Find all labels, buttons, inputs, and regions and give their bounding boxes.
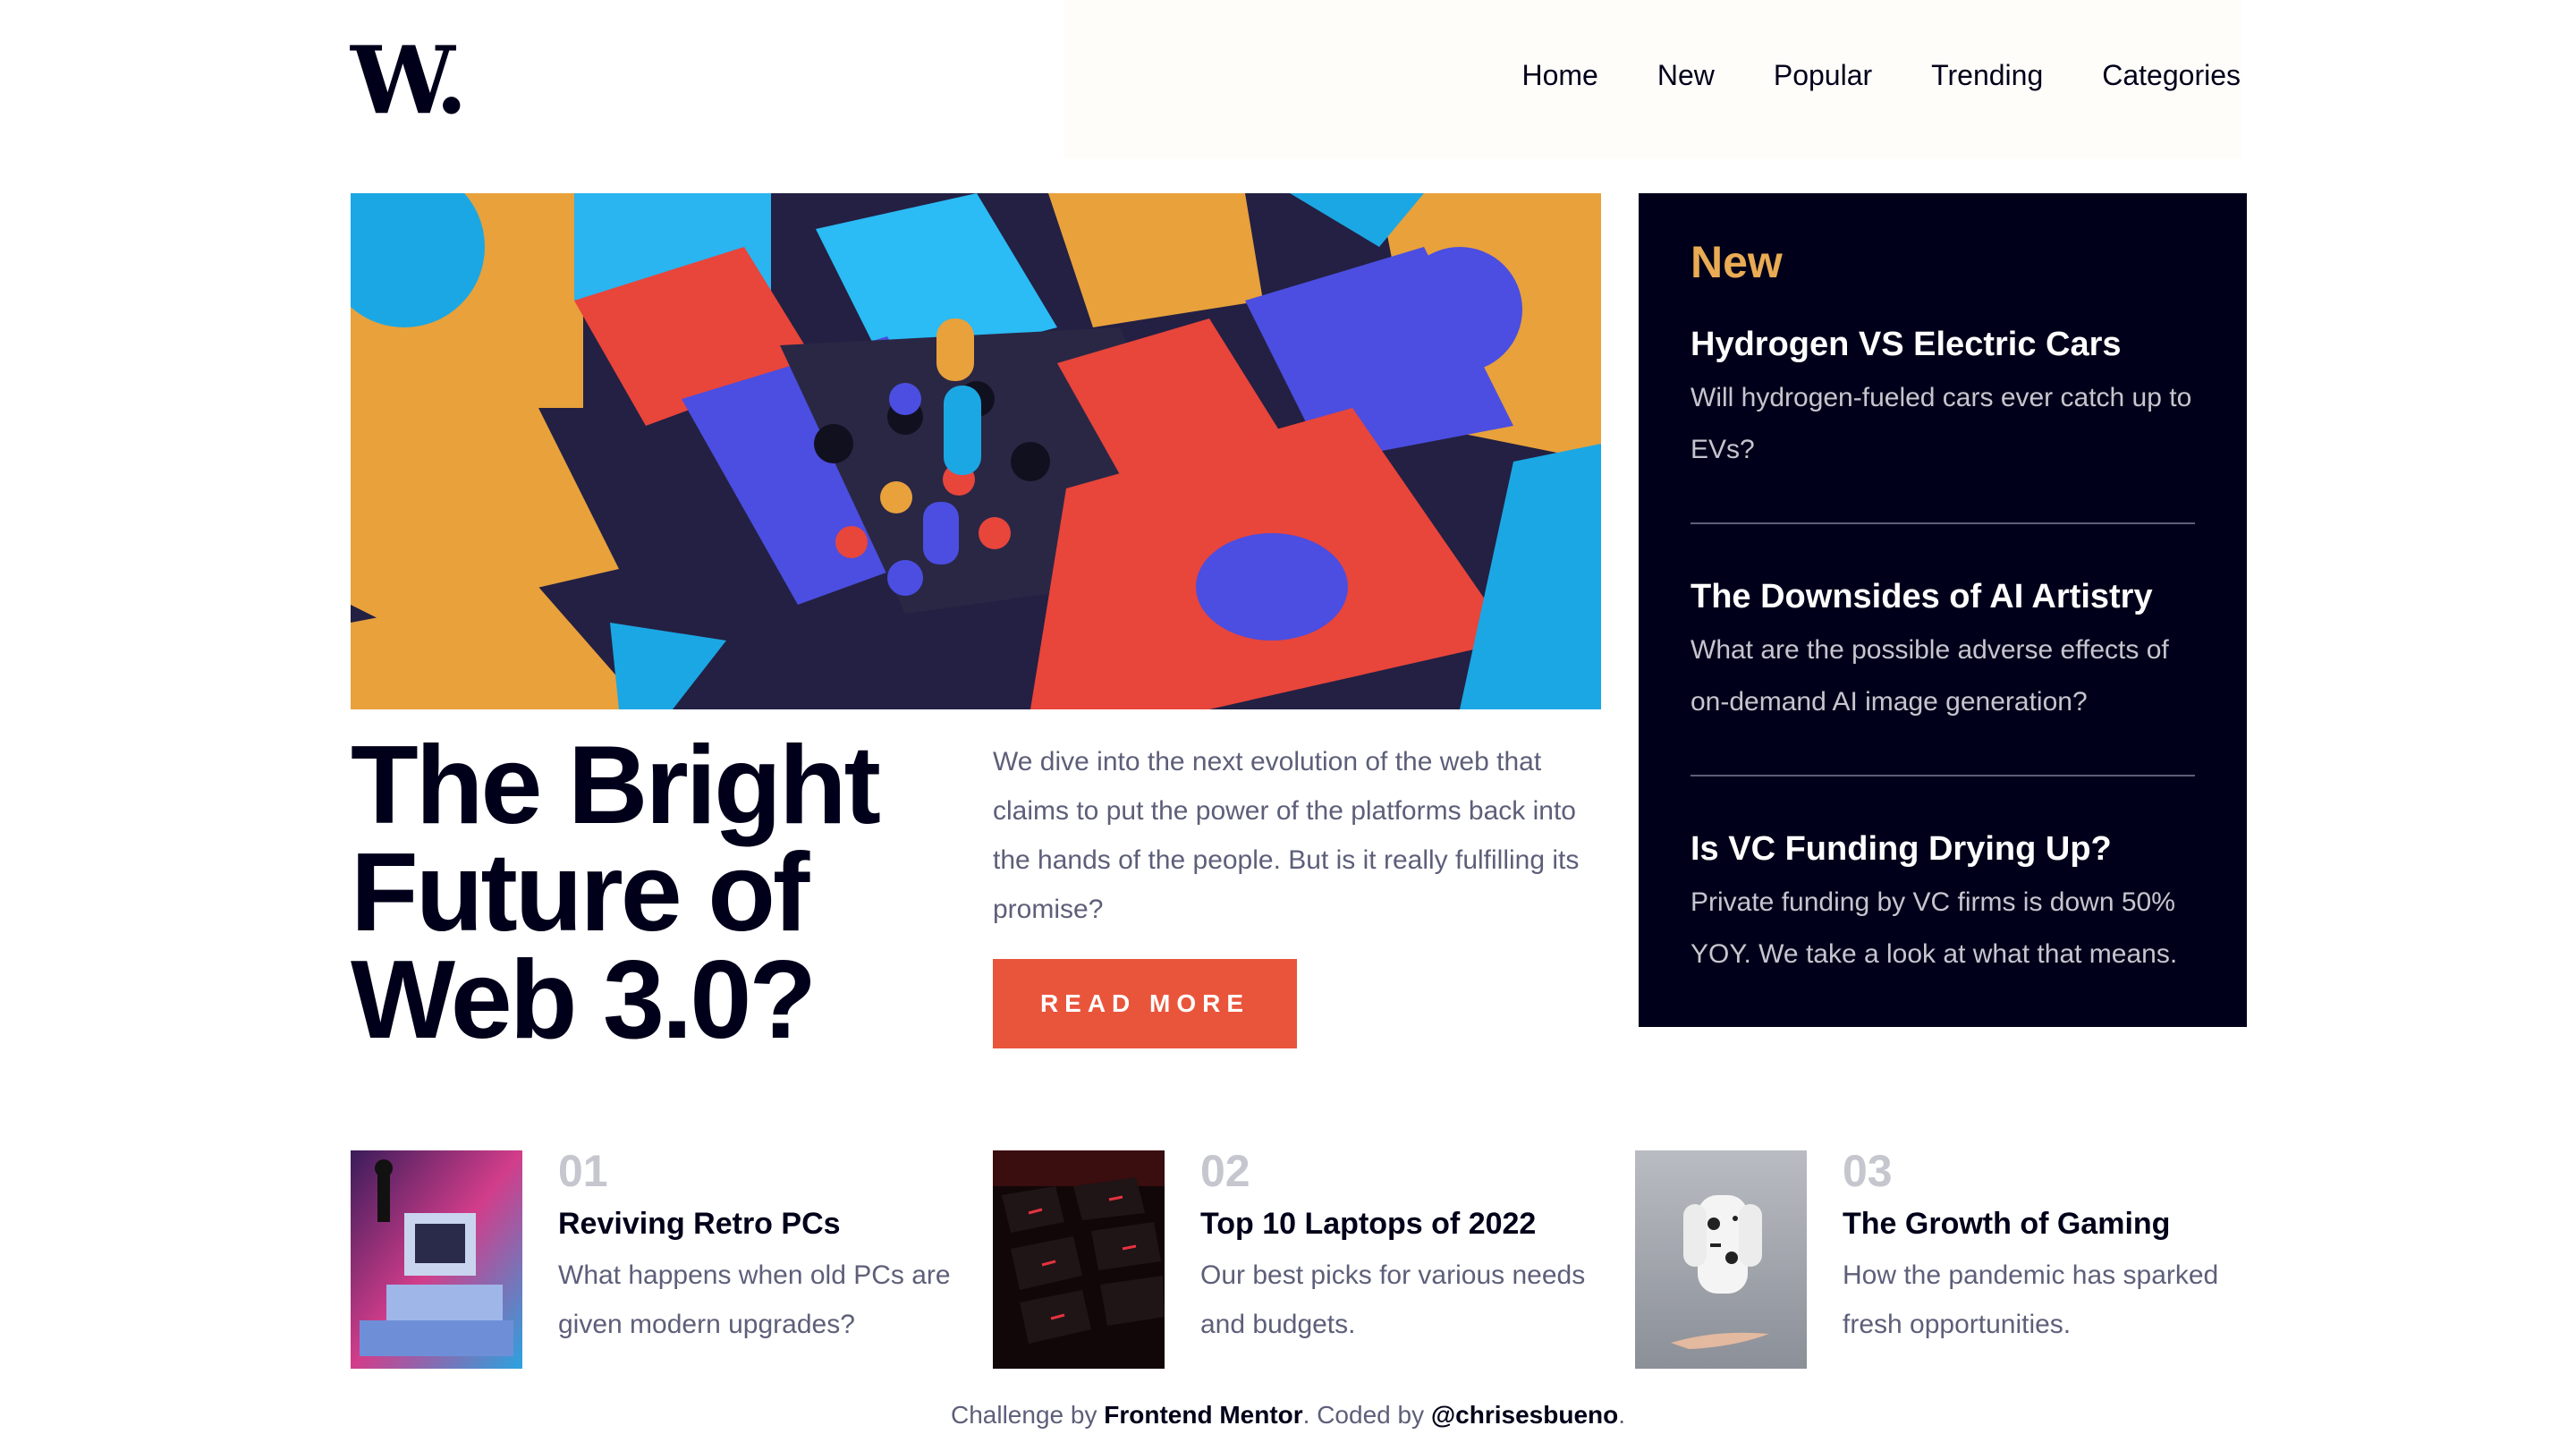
new-item-desc: Will hydrogen-fueled cars ever catch up …	[1690, 383, 2192, 464]
game-controller-thumbnail[interactable]	[1635, 1150, 1807, 1369]
card-description: Our best picks for various needs and bud…	[1200, 1260, 1586, 1339]
divider	[1690, 775, 2195, 776]
card-description: How the pandemic has sparked fresh oppor…	[1843, 1260, 2219, 1339]
hero-title-line-2: Future of	[351, 831, 809, 955]
divider	[1690, 522, 2195, 524]
card-description: What happens when old PCs are given mode…	[558, 1260, 951, 1339]
hero-image	[351, 193, 1601, 709]
card-title[interactable]: The Growth of Gaming	[1843, 1206, 2254, 1243]
article-card[interactable]: 03 The Growth of Gaming How the pandemic…	[1635, 1146, 2261, 1369]
hero-title-line-1: The Bright	[351, 724, 881, 847]
frontend-mentor-link[interactable]: Frontend Mentor	[1104, 1401, 1302, 1429]
card-title[interactable]: Reviving Retro PCs	[558, 1206, 970, 1243]
footer-prefix: Challenge by	[951, 1401, 1105, 1429]
new-articles-panel: New Hydrogen VS Electric Cars Will hydro…	[1639, 193, 2247, 1027]
hero-title: The Bright Future of Web 3.0?	[351, 730, 959, 1056]
site-logo[interactable]: W.	[351, 34, 468, 127]
footer-suffix: .	[1618, 1401, 1625, 1429]
new-item-title[interactable]: Hydrogen VS Electric Cars	[1690, 324, 2195, 365]
card-number: 02	[1200, 1146, 1250, 1196]
retro-pc-thumbnail[interactable]	[351, 1150, 522, 1369]
nav-popular[interactable]: Popular	[1774, 61, 1872, 89]
nav-trending[interactable]: Trending	[1931, 61, 2043, 89]
new-item-title[interactable]: Is VC Funding Drying Up?	[1690, 828, 2195, 870]
new-item-desc: Private funding by VC firms is down 50% …	[1690, 887, 2178, 969]
new-item-title[interactable]: The Downsides of AI Artistry	[1690, 576, 2195, 617]
nav-home[interactable]: Home	[1521, 61, 1597, 89]
new-item[interactable]: Is VC Funding Drying Up? Private funding…	[1690, 821, 2195, 980]
read-more-button[interactable]: READ MORE	[993, 959, 1297, 1048]
author-link[interactable]: @chrisesbueno	[1431, 1401, 1618, 1429]
attribution-footer: Challenge by Frontend Mentor. Coded by @…	[0, 1401, 2576, 1430]
article-card[interactable]: 01 Reviving Retro PCs What happens when …	[351, 1146, 977, 1369]
card-number: 01	[558, 1146, 608, 1196]
new-item[interactable]: Hydrogen VS Electric Cars Will hydrogen-…	[1690, 317, 2195, 476]
new-item-desc: What are the possible adverse effects of…	[1690, 635, 2169, 717]
hero-description: We dive into the next evolution of the w…	[993, 747, 1580, 924]
card-number: 03	[1843, 1146, 1893, 1196]
article-card[interactable]: 02 Top 10 Laptops of 2022 Our best picks…	[993, 1146, 1619, 1369]
nav-categories[interactable]: Categories	[2102, 61, 2241, 89]
card-title[interactable]: Top 10 Laptops of 2022	[1200, 1206, 1612, 1243]
new-panel-heading: New	[1690, 237, 1783, 287]
new-item[interactable]: The Downsides of AI Artistry What are th…	[1690, 569, 2195, 728]
nav-new[interactable]: New	[1657, 61, 1715, 89]
main-nav: Home New Popular Trending Categories	[1521, 61, 2241, 89]
laptop-keyboard-thumbnail[interactable]	[993, 1150, 1165, 1369]
hero-title-line-3: Web 3.0?	[351, 938, 817, 1062]
footer-middle: . Coded by	[1302, 1401, 1431, 1429]
